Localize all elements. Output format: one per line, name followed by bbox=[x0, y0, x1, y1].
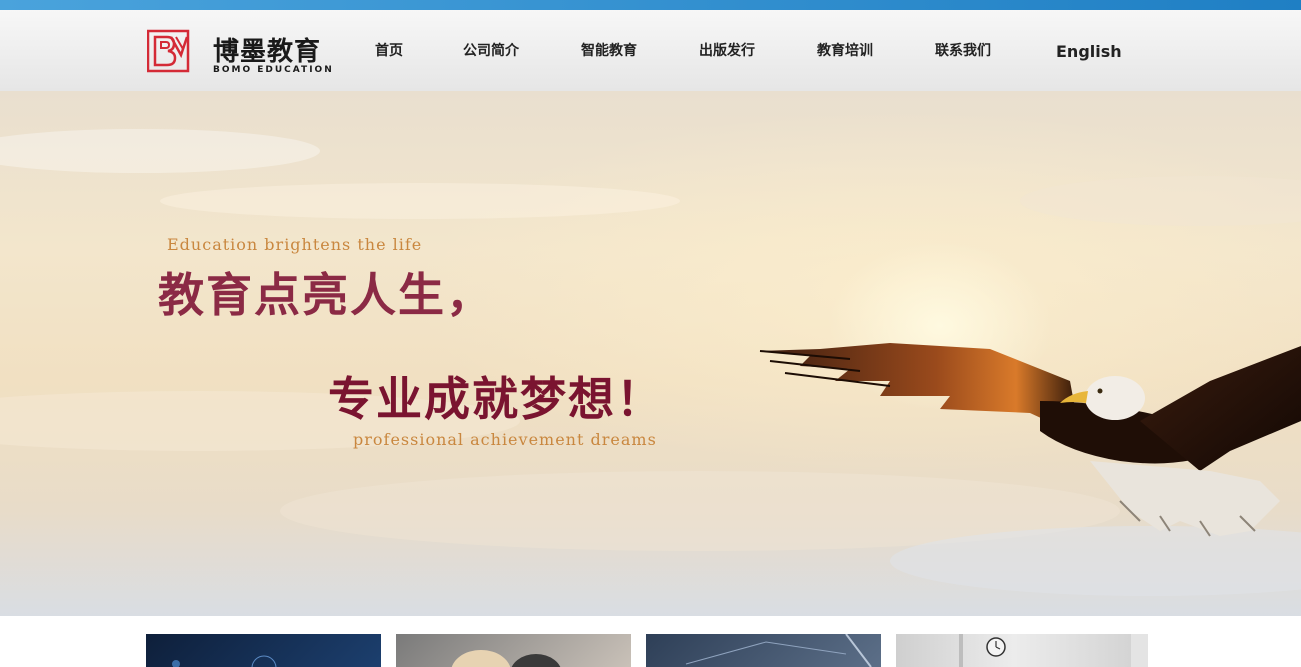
hero-tagline-cn-line1: 教育点亮人生， bbox=[158, 268, 494, 322]
card-row-edge bbox=[1131, 634, 1148, 667]
nav-item-about[interactable]: 公司简介 bbox=[463, 10, 519, 91]
feature-card-4[interactable] bbox=[896, 634, 1131, 667]
feature-card-3[interactable] bbox=[646, 634, 881, 667]
hero-tagline-en-top: Education brightens the life bbox=[167, 235, 423, 254]
hero-tagline-en-bottom: professional achievement dreams bbox=[353, 430, 657, 449]
nav-item-contact[interactable]: 联系我们 bbox=[935, 10, 991, 91]
nav-item-publishing[interactable]: 出版发行 bbox=[699, 10, 755, 91]
feature-card-1[interactable] bbox=[146, 634, 381, 667]
circuit-thumbnail bbox=[685, 634, 872, 667]
nav-item-training[interactable]: 教育培训 bbox=[817, 10, 873, 91]
main-nav: 首页 公司简介 智能教育 出版发行 教育培训 联系我们 English bbox=[0, 10, 1301, 91]
site-header: 博墨教育 BOMO EDUCATION 首页 公司简介 智能教育 出版发行 教育… bbox=[0, 10, 1301, 92]
people-thumbnail bbox=[451, 650, 561, 667]
hero-tagline-cn-line2: 专业成就梦想！ bbox=[328, 372, 664, 426]
nav-item-smart-education[interactable]: 智能教育 bbox=[581, 10, 637, 91]
feature-card-2[interactable] bbox=[396, 634, 631, 667]
nav-item-english[interactable]: English bbox=[1056, 10, 1122, 91]
top-accent-bar bbox=[0, 0, 1301, 10]
tech-blue-thumbnail bbox=[172, 655, 277, 667]
clock-thumbnail bbox=[959, 634, 1006, 667]
nav-item-home[interactable]: 首页 bbox=[375, 10, 403, 91]
feature-cards-row bbox=[0, 616, 1301, 667]
eagle-image bbox=[759, 343, 1301, 537]
hero-banner[interactable]: Education brightens the life 教育点亮人生， 专业成… bbox=[0, 91, 1301, 616]
